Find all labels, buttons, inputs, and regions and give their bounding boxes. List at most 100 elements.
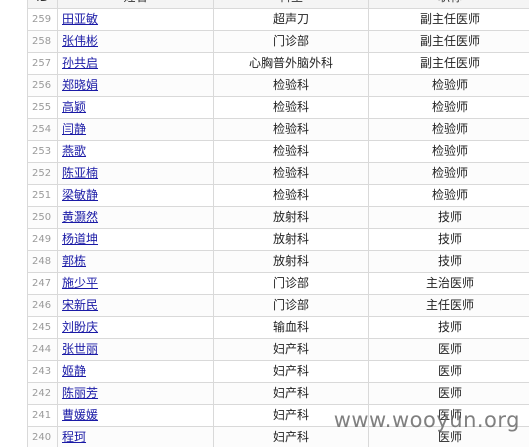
table-row: 246 宋新民 门诊部 主任医师	[27, 294, 529, 317]
cell-name: 郭栋	[57, 250, 214, 273]
cell-name: 燕歌	[57, 140, 214, 163]
table-row: 250 黄灏然 放射科 技师	[27, 206, 529, 229]
staff-name-link[interactable]: 程珂	[62, 430, 86, 444]
cell-dept: 检验科	[213, 118, 369, 141]
cell-id: 246	[27, 294, 58, 317]
cell-title: 医师	[368, 404, 529, 427]
cell-id: 240	[27, 426, 58, 447]
cell-name: 宋新民	[57, 294, 214, 317]
cell-id: 256	[27, 74, 58, 97]
cell-dept: 妇产科	[213, 338, 369, 361]
staff-name-link[interactable]: 陈丽芳	[62, 386, 98, 400]
cell-dept: 超声刀	[213, 8, 369, 31]
cell-id: 248	[27, 250, 58, 273]
staff-name-link[interactable]: 梁敏静	[62, 188, 98, 202]
cell-dept: 放射科	[213, 206, 369, 229]
staff-name-link[interactable]: 闫静	[62, 122, 86, 136]
column-header-name[interactable]: 姓名	[57, 0, 214, 9]
viewport: ID 姓名 科室 职称 259 田亚敏 超声刀副主任医师258 张伟彬 门诊部副主任医师…	[0, 0, 529, 447]
staff-name-link[interactable]: 姬静	[62, 364, 86, 378]
cell-dept: 妇产科	[213, 360, 369, 383]
table-row: 253 燕歌 检验科 检验师	[27, 140, 529, 163]
cell-title: 主治医师	[368, 272, 529, 295]
cell-id: 258	[27, 30, 58, 53]
cell-id: 252	[27, 162, 58, 185]
cell-id: 253	[27, 140, 58, 163]
cell-title: 检验师	[368, 184, 529, 207]
cell-title: 检验师	[368, 96, 529, 119]
cell-name: 杨道坤	[57, 228, 214, 251]
cell-dept: 门诊部	[213, 294, 369, 317]
cell-id: 247	[27, 272, 58, 295]
cell-id: 251	[27, 184, 58, 207]
table-row: 242 陈丽芳 妇产科 医师	[27, 382, 529, 405]
table-row: 258 张伟彬 门诊部 副主任医师	[27, 30, 529, 53]
table-row: 247 施少平 门诊部 主治医师	[27, 272, 529, 295]
cell-title: 检验师	[368, 118, 529, 141]
cell-dept: 输血科	[213, 316, 369, 339]
staff-name-link[interactable]: 郑晓娟	[62, 78, 98, 92]
staff-name-link[interactable]: 孙共启	[62, 56, 98, 70]
column-header-id[interactable]: ID	[27, 0, 58, 9]
staff-name-link[interactable]: 张世丽	[62, 342, 98, 356]
staff-name-link[interactable]: 宋新民	[62, 298, 98, 312]
cell-id: 241	[27, 404, 58, 427]
cell-dept: 门诊部	[213, 30, 369, 53]
table-row: 248 郭栋 放射科 技师	[27, 250, 529, 273]
cell-id: 254	[27, 118, 58, 141]
cell-title: 医师	[368, 360, 529, 383]
cell-id: 244	[27, 338, 58, 361]
cell-dept: 妇产科	[213, 404, 369, 427]
cell-name: 陈丽芳	[57, 382, 214, 405]
cell-dept: 门诊部	[213, 272, 369, 295]
cell-dept: 检验科	[213, 162, 369, 185]
staff-name-link[interactable]: 张伟彬	[62, 34, 98, 48]
staff-name-link[interactable]: 田亚敏	[62, 12, 98, 26]
staff-name-link[interactable]: 施少平	[62, 276, 98, 290]
staff-name-link[interactable]: 燕歌	[62, 144, 86, 158]
staff-table: ID 姓名 科室 职称 259 田亚敏 超声刀副主任医师258 张伟彬 门诊部副主任医师…	[27, 0, 529, 447]
table-row: 256 郑晓娟 检验科 检验师	[27, 74, 529, 97]
cell-dept: 检验科	[213, 96, 369, 119]
cell-dept: 检验科	[213, 74, 369, 97]
cell-name: 刘盼庆	[57, 316, 214, 339]
cell-title: 副主任医师	[368, 30, 529, 53]
cell-title: 技师	[368, 206, 529, 229]
cell-name: 姬静	[57, 360, 214, 383]
table-row: 241 曹媛媛 妇产科 医师	[27, 404, 529, 427]
cell-name: 郑晓娟	[57, 74, 214, 97]
staff-name-link[interactable]: 陈亚楠	[62, 166, 98, 180]
cell-id: 250	[27, 206, 58, 229]
cell-title: 检验师	[368, 140, 529, 163]
cell-title: 医师	[368, 382, 529, 405]
table-row: 254 闫静 检验科 检验师	[27, 118, 529, 141]
cell-dept: 妇产科	[213, 382, 369, 405]
staff-name-link[interactable]: 曹媛媛	[62, 408, 98, 422]
cell-id: 259	[27, 8, 58, 31]
column-header-title[interactable]: 职称	[368, 0, 529, 9]
cell-title: 技师	[368, 228, 529, 251]
cell-dept: 心胸普外脑外科	[213, 52, 369, 75]
column-header-dept[interactable]: 科室	[213, 0, 369, 9]
cell-name: 程珂	[57, 426, 214, 447]
table-row: 244 张世丽 妇产科 医师	[27, 338, 529, 361]
table-row: 240 程珂 妇产科 医师	[27, 426, 529, 447]
cell-name: 高颖	[57, 96, 214, 119]
table-row: 257 孙共启 心胸普外脑外科 副主任医师	[27, 52, 529, 75]
cell-id: 255	[27, 96, 58, 119]
staff-name-link[interactable]: 黄灏然	[62, 210, 98, 224]
staff-name-link[interactable]: 杨道坤	[62, 232, 98, 246]
cell-dept: 检验科	[213, 184, 369, 207]
cell-dept: 放射科	[213, 228, 369, 251]
cell-id: 245	[27, 316, 58, 339]
staff-name-link[interactable]: 郭栋	[62, 254, 86, 268]
table-row: 252 陈亚楠 检验科 检验师	[27, 162, 529, 185]
cell-name: 张伟彬	[57, 30, 214, 53]
staff-name-link[interactable]: 高颖	[62, 100, 86, 114]
cell-title: 技师	[368, 316, 529, 339]
staff-name-link[interactable]: 刘盼庆	[62, 320, 98, 334]
table-row: 251 梁敏静 检验科 检验师	[27, 184, 529, 207]
cell-name: 张世丽	[57, 338, 214, 361]
table-row: 255 高颖 检验科 检验师	[27, 96, 529, 119]
cell-name: 曹媛媛	[57, 404, 214, 427]
